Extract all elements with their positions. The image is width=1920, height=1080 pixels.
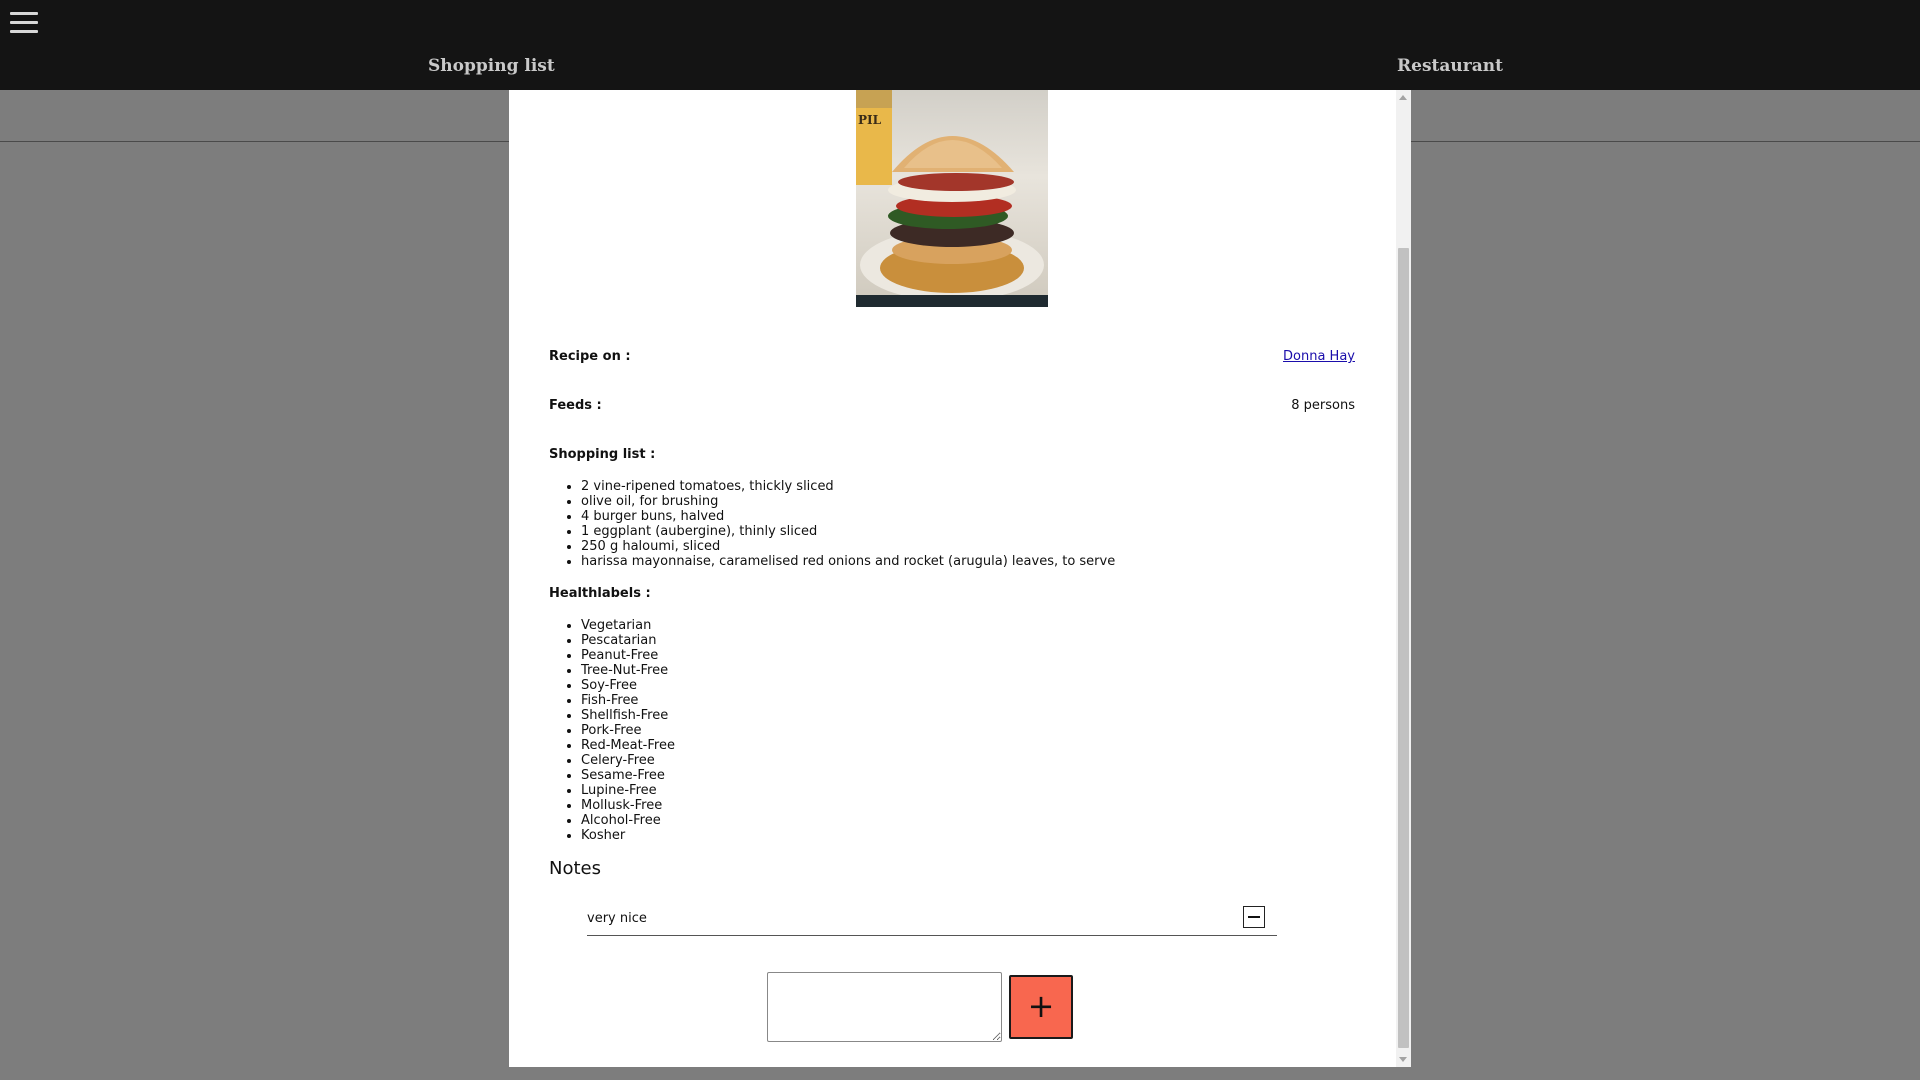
- feeds-value: 8 persons: [1291, 398, 1355, 413]
- top-navbar: Shopping list Restaurant: [0, 0, 1920, 90]
- recipe-source-link[interactable]: Donna Hay: [1283, 349, 1355, 364]
- notes-heading: Notes: [549, 858, 601, 879]
- healthlabel-item: Tree-Nut-Free: [581, 663, 675, 678]
- shopping-list-label: Shopping list :: [549, 447, 656, 462]
- recipe-image: PIL: [856, 90, 1048, 307]
- ingredient-item: 250 g haloumi, sliced: [581, 539, 1115, 554]
- modal-scrollbar[interactable]: [1396, 90, 1411, 1067]
- nav-shopping-list[interactable]: Shopping list: [428, 56, 555, 76]
- healthlabel-item: Red-Meat-Free: [581, 738, 675, 753]
- healthlabel-item: Kosher: [581, 828, 675, 843]
- plus-icon: +: [1027, 987, 1055, 1025]
- note-text: very nice: [587, 911, 647, 926]
- new-note-input[interactable]: [767, 972, 1002, 1042]
- healthlabel-item: Pescatarian: [581, 633, 675, 648]
- feeds-label: Feeds :: [549, 398, 602, 413]
- healthlabel-item: Celery-Free: [581, 753, 675, 768]
- healthlabel-item: Soy-Free: [581, 678, 675, 693]
- nav-restaurant[interactable]: Restaurant: [1397, 56, 1503, 76]
- healthlabel-item: Peanut-Free: [581, 648, 675, 663]
- svg-text:PIL: PIL: [858, 113, 882, 127]
- ingredient-list: 2 vine-ripened tomatoes, thickly sliced …: [549, 479, 1115, 569]
- ingredient-item: 2 vine-ripened tomatoes, thickly sliced: [581, 479, 1115, 494]
- healthlabels-label: Healthlabels :: [549, 586, 651, 601]
- healthlabel-item: Sesame-Free: [581, 768, 675, 783]
- hamburger-menu-icon[interactable]: [10, 12, 38, 36]
- add-note-button[interactable]: +: [1009, 975, 1073, 1039]
- healthlabel-item: Shellfish-Free: [581, 708, 675, 723]
- recipe-on-label: Recipe on :: [549, 349, 631, 364]
- ingredient-item: 1 eggplant (aubergine), thinly sliced: [581, 524, 1115, 539]
- note-item: very nice: [587, 902, 1277, 936]
- healthlabel-item: Fish-Free: [581, 693, 675, 708]
- healthlabel-item: Vegetarian: [581, 618, 675, 633]
- healthlabel-list: Vegetarian Pescatarian Peanut-Free Tree-…: [549, 618, 675, 843]
- scroll-thumb[interactable]: [1398, 248, 1409, 1048]
- ingredient-item: harissa mayonnaise, caramelised red onio…: [581, 554, 1115, 569]
- healthlabel-item: Alcohol-Free: [581, 813, 675, 828]
- healthlabel-item: Lupine-Free: [581, 783, 675, 798]
- scroll-down-arrow-icon[interactable]: [1399, 1057, 1407, 1062]
- healthlabel-item: Mollusk-Free: [581, 798, 675, 813]
- recipe-modal: PIL Recipe on : Donna Hay Feeds : 8 pers…: [509, 90, 1411, 1067]
- healthlabel-item: Pork-Free: [581, 723, 675, 738]
- ingredient-item: 4 burger buns, halved: [581, 509, 1115, 524]
- remove-note-button[interactable]: [1243, 906, 1265, 928]
- scroll-up-arrow-icon[interactable]: [1399, 95, 1407, 100]
- ingredient-item: olive oil, for brushing: [581, 494, 1115, 509]
